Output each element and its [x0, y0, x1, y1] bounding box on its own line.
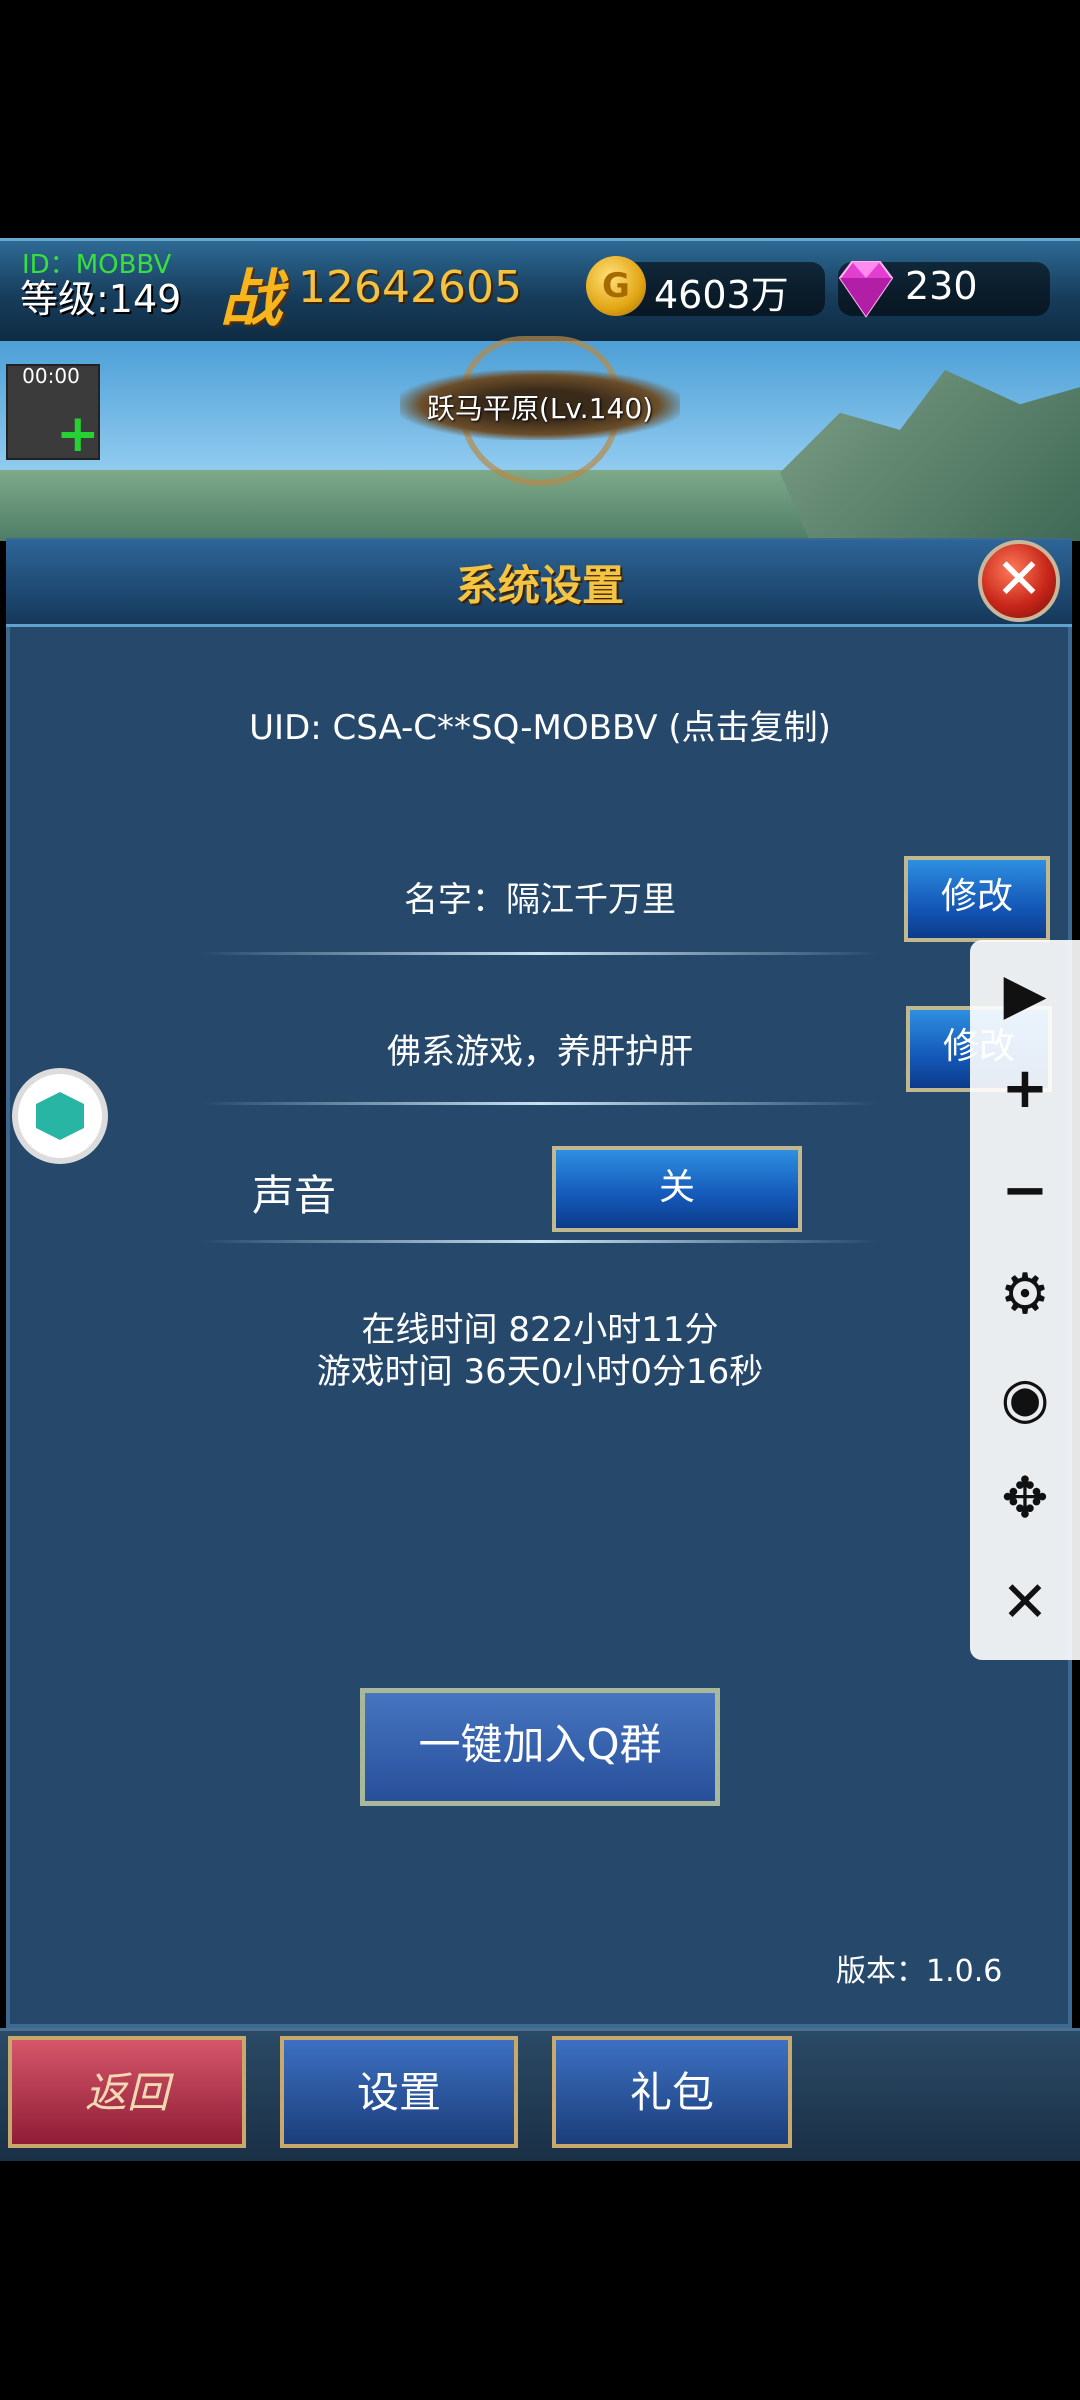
divider	[200, 952, 880, 955]
play-icon[interactable]: ▶	[970, 962, 1080, 1027]
player-level: 等级:149	[20, 277, 182, 321]
close-icon[interactable]: ✕	[970, 1570, 1080, 1635]
tab-gift[interactable]: 礼包	[552, 2036, 792, 2148]
gem-amount: 230	[905, 264, 978, 308]
tab-settings[interactable]: 设置	[280, 2036, 518, 2148]
uid-copy-text[interactable]: UID: CSA-C**SQ-MOBBV (点击复制)	[0, 700, 1080, 749]
map-name: 跃马平原(Lv.140)	[426, 392, 654, 425]
gear-icon[interactable]: ⚙	[970, 1262, 1080, 1327]
join-qq-group-button[interactable]: 一键加入Q群	[360, 1688, 720, 1806]
move-icon[interactable]: ✥	[970, 1466, 1080, 1531]
buff-timer: 00:00	[22, 364, 80, 388]
edit-name-button[interactable]: 修改	[904, 856, 1050, 942]
close-button[interactable]: ✕	[978, 540, 1060, 622]
combat-power-icon: 战	[220, 262, 283, 335]
combat-power-value: 12642605	[298, 262, 522, 313]
play-time: 游戏时间 36天0小时0分16秒	[316, 1352, 764, 1392]
zoom-in-icon[interactable]: +	[970, 1056, 1080, 1121]
divider	[200, 1102, 880, 1105]
version-label: 版本：1.0.6	[836, 1954, 1003, 1989]
gold-coin-icon: G	[586, 256, 646, 316]
sound-toggle[interactable]: 关	[552, 1146, 802, 1232]
plus-icon: +	[56, 404, 100, 464]
zoom-out-icon[interactable]: −	[970, 1158, 1080, 1223]
sound-label: 声音	[252, 1171, 337, 1220]
back-button[interactable]: 返回	[8, 2036, 246, 2148]
diamond-icon	[838, 261, 894, 318]
gold-amount: 4603万	[654, 273, 789, 317]
divider	[200, 1240, 880, 1243]
eye-icon[interactable]: ◉	[970, 1366, 1080, 1431]
panel-title: 系统设置	[455, 561, 624, 610]
